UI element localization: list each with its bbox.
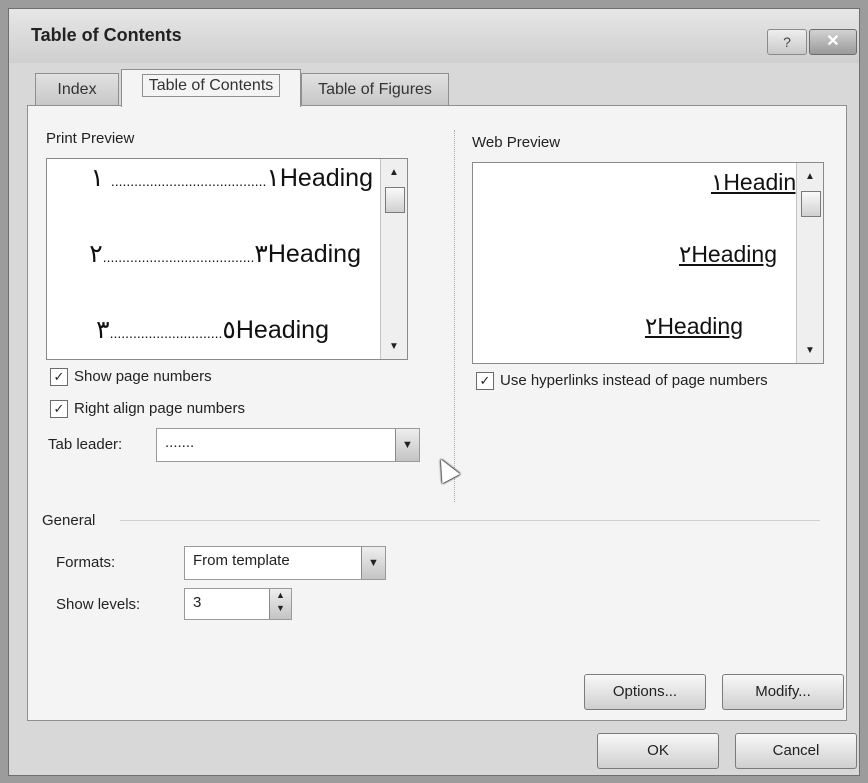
- arrow-down-icon[interactable]: ▼: [270, 602, 291, 615]
- print-preview-label: Print Preview: [46, 130, 135, 147]
- options-button[interactable]: Options...: [584, 674, 706, 710]
- check-icon: ✓: [53, 369, 65, 384]
- chevron-down-icon[interactable]: ▼: [361, 547, 385, 579]
- tab-leader-dots: ........................................: [110, 173, 267, 189]
- chevron-down-icon[interactable]: ▼: [395, 429, 419, 461]
- web-preview-label: Web Preview: [472, 134, 561, 151]
- dialog-title: Table of Contents: [31, 25, 182, 45]
- print-preview-box: ١.......................................…: [46, 158, 408, 360]
- web-preview-link-2: ٢Heading: [678, 241, 777, 267]
- toc-dialog: Table of Contents ? ✕ Index Table of Con…: [8, 8, 860, 776]
- show-page-numbers-checkbox[interactable]: ✓: [50, 368, 68, 386]
- print-preview-line-2: ٣.......................................…: [89, 239, 361, 269]
- arrow-down-icon[interactable]: ▼: [797, 341, 823, 361]
- tab-index[interactable]: Index: [35, 73, 119, 105]
- check-icon: ✓: [53, 401, 65, 416]
- tab-leader-value: .......: [165, 434, 195, 451]
- preview-divider: [454, 130, 455, 502]
- show-page-numbers-label: Show page numbers: [74, 368, 212, 385]
- close-button[interactable]: ✕: [809, 29, 857, 55]
- tab-panel: Print Preview ١.........................…: [27, 105, 847, 721]
- tab-table-of-figures[interactable]: Table of Figures: [301, 73, 449, 105]
- formats-label: Formats:: [56, 554, 116, 571]
- arrow-up-icon[interactable]: ▲: [381, 163, 407, 183]
- arrow-down-icon[interactable]: ▼: [381, 337, 407, 357]
- page-number: ١: [266, 164, 280, 192]
- scrollbar-thumb[interactable]: [801, 191, 821, 217]
- spin-buttons[interactable]: ▲ ▼: [269, 589, 291, 619]
- web-preview-box: ١Heading ٢Heading ٢Heading ▲ ▼: [472, 162, 824, 364]
- help-button[interactable]: ?: [767, 29, 807, 55]
- tab-figures-label: Table of Figures: [318, 81, 432, 98]
- print-preview-line-3: ٥.............................٣Heading: [96, 315, 329, 345]
- web-preview-link-3: ٢Heading: [644, 313, 743, 339]
- print-preview-scrollbar[interactable]: ▲ ▼: [380, 159, 407, 359]
- page-number: ٥: [222, 316, 236, 344]
- show-levels-stepper[interactable]: 3 ▲ ▼: [184, 588, 292, 620]
- mouse-pointer-icon: [432, 454, 460, 484]
- check-icon: ✓: [479, 373, 491, 388]
- tab-toc-label: Table of Contents: [141, 74, 281, 97]
- use-hyperlinks-checkbox[interactable]: ✓: [476, 372, 494, 390]
- arrow-up-icon[interactable]: ▲: [270, 589, 291, 602]
- scrollbar-thumb[interactable]: [385, 187, 405, 213]
- right-align-checkbox[interactable]: ✓: [50, 400, 68, 418]
- show-levels-label: Show levels:: [56, 596, 141, 613]
- title-bar: Table of Contents ? ✕: [9, 9, 859, 63]
- ok-button[interactable]: OK: [597, 733, 719, 769]
- formats-select[interactable]: From template ▼: [184, 546, 386, 580]
- web-preview-scrollbar[interactable]: ▲ ▼: [796, 163, 823, 363]
- modify-button[interactable]: Modify...: [722, 674, 844, 710]
- general-section-label: General: [42, 512, 96, 529]
- tab-leader-dots: .............................: [109, 325, 223, 341]
- tab-table-of-contents[interactable]: Table of Contents: [121, 69, 301, 107]
- print-preview-line-1: ١.......................................…: [90, 163, 373, 193]
- tab-index-label: Index: [57, 81, 97, 98]
- arrow-up-icon[interactable]: ▲: [797, 167, 823, 187]
- cancel-button[interactable]: Cancel: [735, 733, 857, 769]
- show-levels-value: 3: [193, 594, 202, 611]
- page-number: ٣: [254, 240, 268, 268]
- general-section-divider: [120, 520, 820, 521]
- use-hyperlinks-label: Use hyperlinks instead of page numbers: [500, 372, 768, 389]
- formats-value: From template: [193, 552, 290, 569]
- web-preview-link-1: ١Heading: [710, 169, 809, 195]
- right-align-label: Right align page numbers: [74, 400, 245, 417]
- tab-leader-label: Tab leader:: [48, 436, 123, 453]
- tab-leader-select[interactable]: ....... ▼: [156, 428, 420, 462]
- tab-leader-dots: .......................................: [102, 249, 255, 265]
